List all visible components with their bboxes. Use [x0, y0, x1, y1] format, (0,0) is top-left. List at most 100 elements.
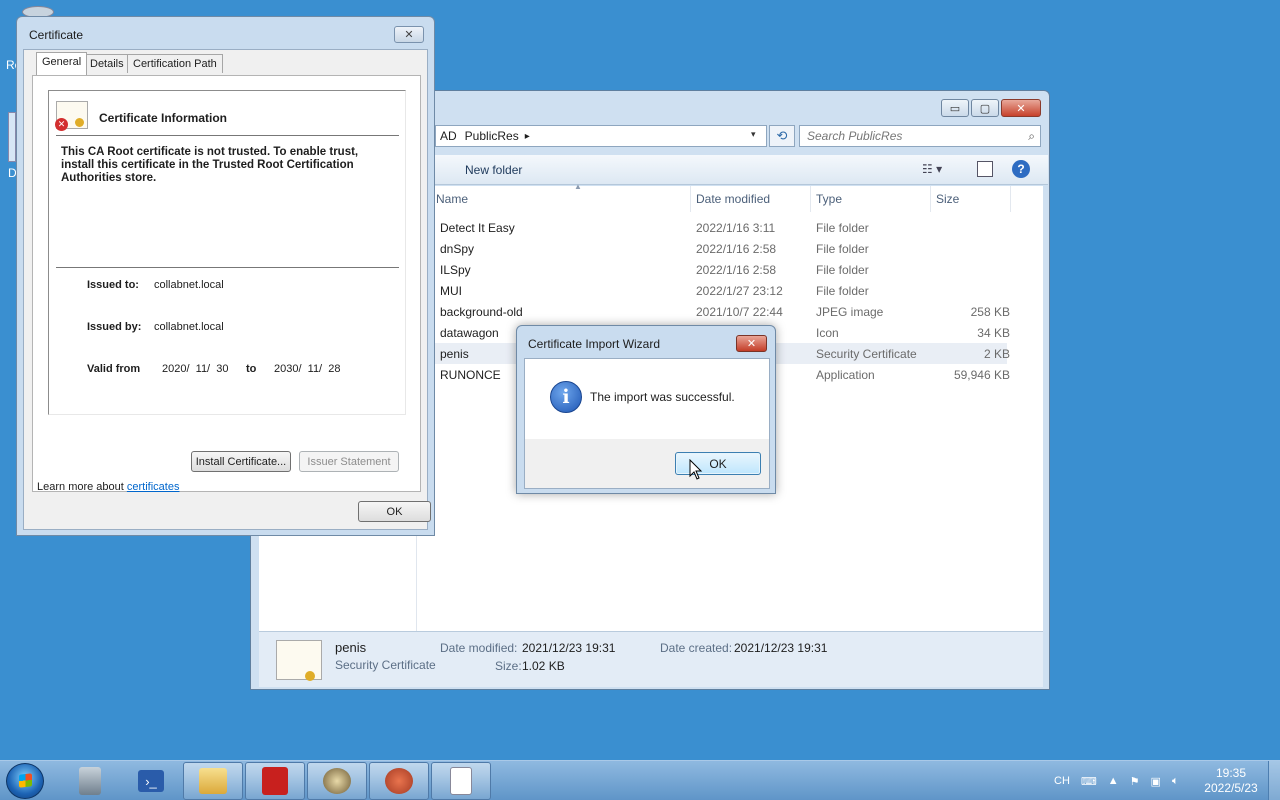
breadcrumb-item[interactable]: AD	[440, 129, 457, 143]
desktop-icon[interactable]	[8, 112, 16, 162]
action-center-flag-icon[interactable]: ⚑	[1130, 775, 1140, 788]
column-header-label: Date modified	[696, 192, 771, 206]
column-header-date[interactable]: Date modified	[696, 186, 811, 212]
certificate-large-icon	[276, 640, 322, 681]
file-type: JPEG image	[816, 305, 884, 319]
start-button[interactable]	[6, 763, 44, 799]
divider	[56, 135, 399, 136]
change-view-icon[interactable]: ☷ ▾	[922, 162, 942, 176]
refresh-button[interactable]: ⟲	[769, 125, 795, 147]
certificates-link[interactable]: certificates	[127, 481, 180, 493]
breadcrumb-chevron-icon[interactable]: ▸	[525, 131, 530, 142]
file-name: RUNONCE	[440, 368, 501, 382]
file-date: 2021/10/7 22:44	[696, 305, 783, 319]
tools-icon	[385, 768, 413, 794]
details-date-modified-label: Date modified:	[440, 641, 518, 655]
certificate-info-title: Certificate Information	[99, 111, 228, 125]
search-icon[interactable]: ⌕	[1028, 129, 1035, 144]
address-dropdown-icon[interactable]: ▾	[751, 129, 756, 140]
globe-shield-icon	[323, 768, 351, 794]
details-size: 1.02 KB	[522, 659, 565, 673]
seal-icon	[75, 118, 84, 127]
file-size: 258 KB	[970, 305, 1010, 319]
file-type: File folder	[816, 263, 869, 277]
column-header-type[interactable]: Type	[816, 186, 931, 212]
taskbar-tools[interactable]	[369, 762, 429, 800]
network-icon[interactable]: ▣	[1151, 775, 1161, 788]
valid-to-value: 2030/ 11/ 28	[274, 363, 341, 375]
issuer-statement-button[interactable]: Issuer Statement	[299, 451, 399, 472]
file-row[interactable]: ILSpy 2022/1/16 2:58 File folder	[417, 259, 1007, 280]
file-row[interactable]: Detect It Easy 2022/1/16 3:11 File folde…	[417, 217, 1007, 238]
dialog-body: i The import was successful. OK	[524, 358, 770, 489]
issued-by-value: collabnet.local	[154, 321, 224, 333]
volume-muted-icon[interactable]: 🔈︎	[1172, 775, 1179, 788]
column-header-name[interactable]: Name ▲	[436, 182, 691, 212]
keyboard-icon[interactable]: ⌨	[1081, 775, 1097, 788]
certificate-window: Certificate ✕ General Details Certificat…	[16, 16, 435, 536]
window-title: Certificate	[29, 28, 84, 42]
taskbar-globe-shield[interactable]	[307, 762, 367, 800]
show-hidden-icons-icon[interactable]: ▲	[1108, 775, 1119, 787]
message-area: i The import was successful.	[525, 359, 769, 439]
file-row[interactable]: MUI 2022/1/27 23:12 File folder	[417, 280, 1007, 301]
preview-pane-icon[interactable]	[977, 161, 993, 177]
tab-details[interactable]: Details	[84, 54, 130, 73]
breadcrumb-item[interactable]: PublicRes	[465, 129, 519, 143]
sort-ascending-icon: ▲	[574, 182, 582, 191]
close-button[interactable]: ✕	[736, 335, 767, 352]
details-date-created: 2021/12/23 19:31	[734, 641, 828, 655]
information-icon: i	[550, 381, 582, 413]
ok-button[interactable]: OK	[675, 452, 761, 475]
import-wizard-dialog: Certificate Import Wizard ✕ i The import…	[516, 325, 776, 494]
show-desktop-button[interactable]	[1268, 761, 1280, 800]
input-language-indicator[interactable]: CH	[1054, 775, 1070, 787]
file-row[interactable]: dnSpy 2022/1/16 2:58 File folder	[417, 238, 1007, 259]
file-date: 2022/1/16 2:58	[696, 263, 777, 277]
search-input[interactable]: Search PublicRes ⌕	[799, 125, 1041, 147]
folder-icon	[199, 768, 227, 794]
divider	[56, 267, 399, 268]
file-type: File folder	[816, 284, 869, 298]
taskbar-server-manager[interactable]	[60, 762, 120, 800]
taskbar-file-explorer[interactable]	[183, 762, 243, 800]
system-clock[interactable]: 19:35 2022/5/23	[1200, 766, 1262, 796]
column-header-label: Name	[436, 192, 469, 206]
issued-to-value: collabnet.local	[154, 279, 224, 291]
taskbar-powershell[interactable]: ›_	[121, 762, 181, 800]
new-folder-button[interactable]: New folder	[465, 163, 522, 177]
install-certificate-button[interactable]: Install Certificate...	[191, 451, 291, 472]
close-button[interactable]: ✕	[1001, 99, 1041, 117]
issued-by-label: Issued by:	[87, 321, 142, 333]
file-type: Security Certificate	[816, 347, 917, 361]
document-icon	[450, 767, 472, 795]
error-x-icon: ✕	[55, 118, 68, 131]
taskbar-acrobat[interactable]	[245, 762, 305, 800]
general-tab-panel: ✕ Certificate Information This CA Root c…	[32, 75, 421, 493]
minimize-button[interactable]: ▭	[941, 99, 969, 117]
address-bar[interactable]: AD PublicRes ▸	[435, 125, 767, 147]
taskbar-notepad[interactable]	[431, 762, 491, 800]
column-header-size[interactable]: Size	[936, 186, 1011, 212]
details-pane: penis Security Certificate Date modified…	[259, 631, 1043, 687]
help-icon[interactable]: ?	[1012, 160, 1030, 178]
file-name: penis	[440, 347, 469, 361]
file-row[interactable]: background-old 2021/10/7 22:44 JPEG imag…	[417, 301, 1010, 322]
taskbar: ›_ CH ⌨ ▲ ⚑ ▣ 🔈︎ 19:35 2022/5/23	[0, 760, 1280, 800]
pdf-icon	[262, 767, 288, 795]
file-date: 2022/1/16 3:11	[696, 221, 776, 235]
maximize-button[interactable]: ▢	[971, 99, 999, 117]
details-file-name: penis	[335, 640, 367, 655]
tab-general[interactable]: General	[36, 52, 88, 75]
close-button[interactable]: ✕	[394, 26, 424, 43]
file-type: Application	[816, 368, 875, 382]
details-file-type: Security Certificate	[335, 658, 436, 672]
file-name: dnSpy	[440, 242, 475, 256]
column-header-label: Size	[936, 192, 960, 206]
column-header-label: Type	[816, 192, 843, 206]
certificate-ok-button[interactable]: OK	[358, 501, 431, 522]
dialog-title: Certificate Import Wizard	[528, 337, 661, 351]
tab-certification-path[interactable]: Certification Path	[127, 54, 223, 73]
file-name: ILSpy	[440, 263, 471, 277]
file-date: 2022/1/27 23:12	[696, 284, 783, 298]
